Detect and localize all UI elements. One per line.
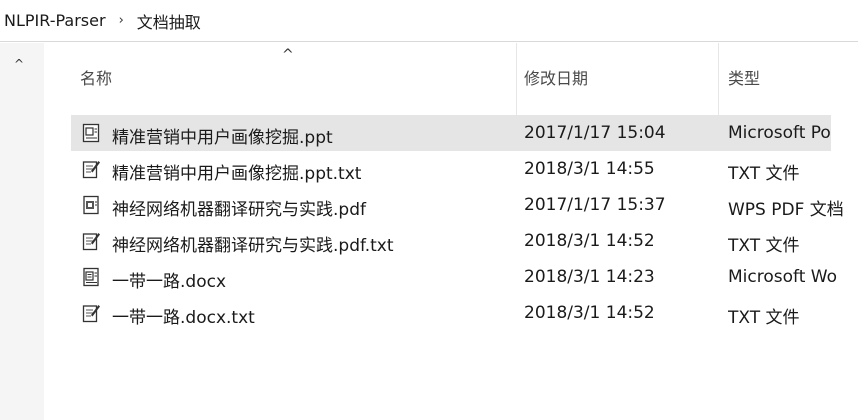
file-name: 一带一路.docx — [112, 272, 227, 292]
txt-file-icon — [82, 231, 100, 251]
docx-file-icon — [82, 267, 100, 287]
column-header-type[interactable]: 类型 — [728, 65, 760, 89]
pdf-file-icon — [82, 195, 100, 215]
file-row[interactable]: 一带一路.docx.txt 2018/3/1 14:52 TXT 文件 — [44, 295, 858, 331]
file-type: TXT 文件 — [728, 164, 800, 184]
file-list: 精准营销中用户画像挖掘.ppt 2017/1/17 15:04 Microsoft … — [44, 115, 858, 331]
breadcrumb-current[interactable]: 文档抽取 — [137, 9, 201, 33]
column-divider[interactable] — [718, 43, 719, 115]
file-name: 神经网络机器翻译研究与实践.pdf.txt — [112, 236, 394, 256]
file-type: Microsoft Wo — [728, 267, 837, 287]
column-header-bar: ^ 名称 修改日期 类型 — [44, 43, 858, 115]
file-modified-date: 2018/3/1 14:55 — [524, 159, 655, 179]
txt-file-icon — [82, 303, 100, 323]
breadcrumb: NLPIR-Parser › 文档抽取 — [0, 0, 858, 42]
column-header-date[interactable]: 修改日期 — [524, 65, 588, 89]
file-row[interactable]: 神经网络机器翻译研究与实践.pdf 2017/1/17 15:37 WPS PDF … — [44, 187, 858, 223]
file-row[interactable]: 精准营销中用户画像挖掘.ppt 2017/1/17 15:04 Microsoft … — [44, 115, 831, 151]
file-type: WPS PDF 文档 — [728, 200, 844, 220]
file-modified-date: 2018/3/1 14:23 — [524, 267, 655, 287]
file-modified-date: 2017/1/17 15:37 — [524, 195, 666, 215]
file-modified-date: 2017/1/17 15:04 — [524, 123, 666, 143]
column-divider[interactable] — [516, 43, 517, 115]
file-name: 精准营销中用户画像挖掘.ppt.txt — [112, 164, 362, 184]
breadcrumb-root[interactable]: NLPIR-Parser — [4, 11, 106, 30]
column-header-name[interactable]: 名称 — [80, 65, 112, 89]
sort-ascending-icon: ^ — [282, 47, 294, 63]
file-row[interactable]: 精准营销中用户画像挖掘.ppt.txt 2018/3/1 14:55 TXT 文件 — [44, 151, 858, 187]
file-type: TXT 文件 — [728, 236, 800, 256]
file-name: 精准营销中用户画像挖掘.ppt — [112, 128, 333, 148]
file-row[interactable]: 神经网络机器翻译研究与实践.pdf.txt 2018/3/1 14:52 TXT 文… — [44, 223, 858, 259]
file-row[interactable]: 一带一路.docx 2018/3/1 14:23 Microsoft Wo — [44, 259, 858, 295]
navigation-pane: ^ — [0, 43, 44, 420]
file-type: TXT 文件 — [728, 308, 800, 328]
file-modified-date: 2018/3/1 14:52 — [524, 231, 655, 251]
file-modified-date: 2018/3/1 14:52 — [524, 303, 655, 323]
file-type: Microsoft Po — [728, 123, 831, 143]
ppt-file-icon — [82, 123, 100, 143]
breadcrumb-chevron-icon[interactable]: › — [119, 13, 124, 28]
file-name: 一带一路.docx.txt — [112, 308, 255, 328]
file-name: 神经网络机器翻译研究与实践.pdf — [112, 200, 366, 220]
scroll-up-icon[interactable]: ^ — [14, 57, 24, 71]
txt-file-icon — [82, 159, 100, 179]
